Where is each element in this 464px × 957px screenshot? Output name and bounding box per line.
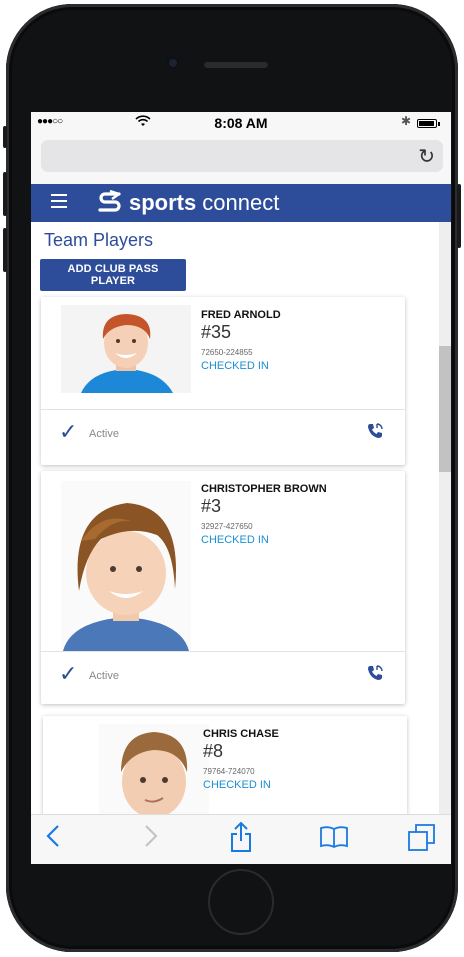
volume-up-button: [3, 172, 7, 216]
forward-icon[interactable]: [143, 823, 159, 854]
player-name: FRED ARNOLD: [201, 309, 281, 321]
add-club-pass-player-button[interactable]: ADD CLUB PASS PLAYER: [40, 259, 186, 291]
bookmarks-icon[interactable]: [319, 825, 349, 854]
battery-icon: [417, 119, 437, 128]
tabs-icon[interactable]: [407, 823, 437, 858]
bluetooth-icon: ✱: [401, 114, 412, 128]
check-icon: ✓: [59, 419, 78, 444]
speaker-grille: [204, 62, 268, 68]
url-bar[interactable]: ↻: [41, 140, 443, 172]
phone-icon[interactable]: [367, 665, 383, 686]
check-icon: ✓: [59, 661, 78, 686]
volume-down-button: [3, 228, 7, 272]
scrollbar-thumb[interactable]: [439, 346, 451, 472]
back-icon[interactable]: [45, 823, 61, 854]
checked-in-status: CHECKED IN: [201, 360, 269, 372]
page-title: Team Players: [44, 230, 154, 250]
reload-icon[interactable]: ↻: [418, 144, 435, 169]
player-card[interactable]: FRED ARNOLD #35 72650-224855 CHECKED IN …: [41, 297, 405, 465]
logo-mark-icon: [97, 189, 123, 216]
hamburger-icon[interactable]: [51, 194, 67, 210]
checked-in-status: CHECKED IN: [203, 779, 271, 791]
share-icon[interactable]: [229, 821, 253, 858]
logo-text-thin: connect: [202, 190, 280, 215]
screen: ●●●○○ 8:08 AM ✱ ↻ sports connect Team Pl…: [31, 112, 451, 864]
browser-address-area: ↻: [31, 134, 451, 185]
power-button: [457, 184, 461, 248]
player-number: #35: [201, 322, 232, 342]
status-time: 8:08 AM: [214, 115, 268, 131]
active-label: Active: [89, 670, 119, 682]
player-name: CHRIS CHASE: [203, 728, 279, 740]
player-card[interactable]: CHRISTOPHER BROWN #3 32927-427650 CHECKE…: [41, 471, 405, 704]
player-card[interactable]: CHRIS CHASE #8 79764-724070 CHECKED IN: [43, 716, 407, 814]
card-divider: [41, 409, 405, 410]
players-content: Team Players ADD CLUB PASS PLAYER FRED A: [31, 222, 451, 814]
card-divider: [41, 651, 405, 652]
logo-text-bold: sports: [129, 190, 197, 215]
player-name: CHRISTOPHER BROWN: [201, 483, 327, 495]
player-number: #3: [201, 496, 222, 516]
camera: [166, 56, 180, 70]
checked-in-status: CHECKED IN: [201, 534, 269, 546]
browser-toolbar: [31, 814, 451, 864]
player-number: #8: [203, 741, 224, 761]
battery-tip: [438, 122, 440, 126]
status-bar: ●●●○○ 8:08 AM ✱: [31, 112, 451, 134]
home-button[interactable]: [208, 869, 274, 935]
silent-switch: [3, 126, 7, 148]
active-label: Active: [89, 428, 119, 440]
player-photo: [61, 481, 191, 651]
app-header: sports connect: [31, 184, 451, 222]
player-id: 32927-427650: [201, 522, 253, 531]
player-id: 72650-224855: [201, 348, 253, 357]
sports-connect-logo[interactable]: sports connect: [97, 189, 280, 216]
player-id: 79764-724070: [203, 767, 255, 776]
player-photo: [99, 724, 209, 814]
phone-frame: ●●●○○ 8:08 AM ✱ ↻ sports connect Team Pl…: [3, 4, 461, 952]
player-photo: [61, 305, 191, 393]
scrollbar-track[interactable]: [439, 222, 451, 814]
phone-icon[interactable]: [367, 423, 383, 444]
